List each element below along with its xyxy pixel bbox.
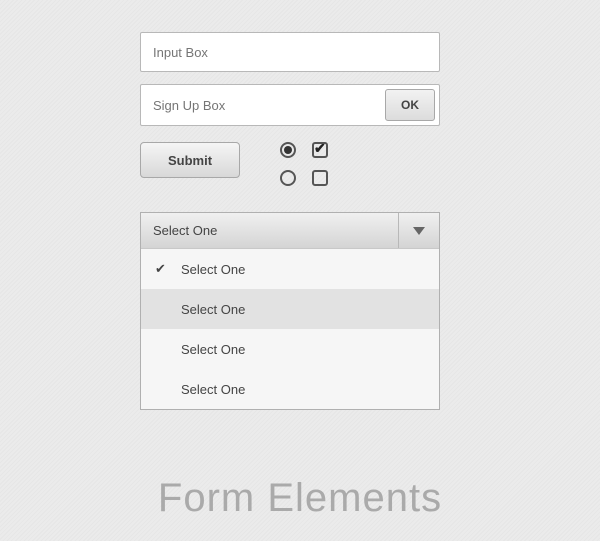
select-label: Select One	[141, 213, 399, 248]
select-dropdown: Select One Select One Select One Select …	[140, 212, 440, 410]
select-option[interactable]: Select One	[141, 289, 439, 329]
checkbox-unchecked[interactable]	[312, 170, 328, 186]
submit-row: Submit	[140, 142, 460, 192]
checkbox-checked[interactable]	[312, 142, 328, 158]
select-option[interactable]: Select One	[141, 369, 439, 409]
signup-input[interactable]	[145, 98, 385, 113]
page-title: Form Elements	[0, 476, 600, 521]
select-option[interactable]: Select One	[141, 329, 439, 369]
form-container: OK Submit Select One Select One Select O…	[140, 32, 460, 410]
select-option[interactable]: Select One	[141, 249, 439, 289]
signup-row: OK	[140, 84, 440, 126]
select-header[interactable]: Select One	[141, 213, 439, 249]
radio-unchecked[interactable]	[280, 170, 296, 186]
text-input[interactable]	[140, 32, 440, 72]
toggle-group	[280, 142, 334, 192]
radio-checked[interactable]	[280, 142, 296, 158]
submit-button[interactable]: Submit	[140, 142, 240, 178]
ok-button[interactable]: OK	[385, 89, 435, 121]
chevron-down-icon[interactable]	[399, 213, 439, 248]
